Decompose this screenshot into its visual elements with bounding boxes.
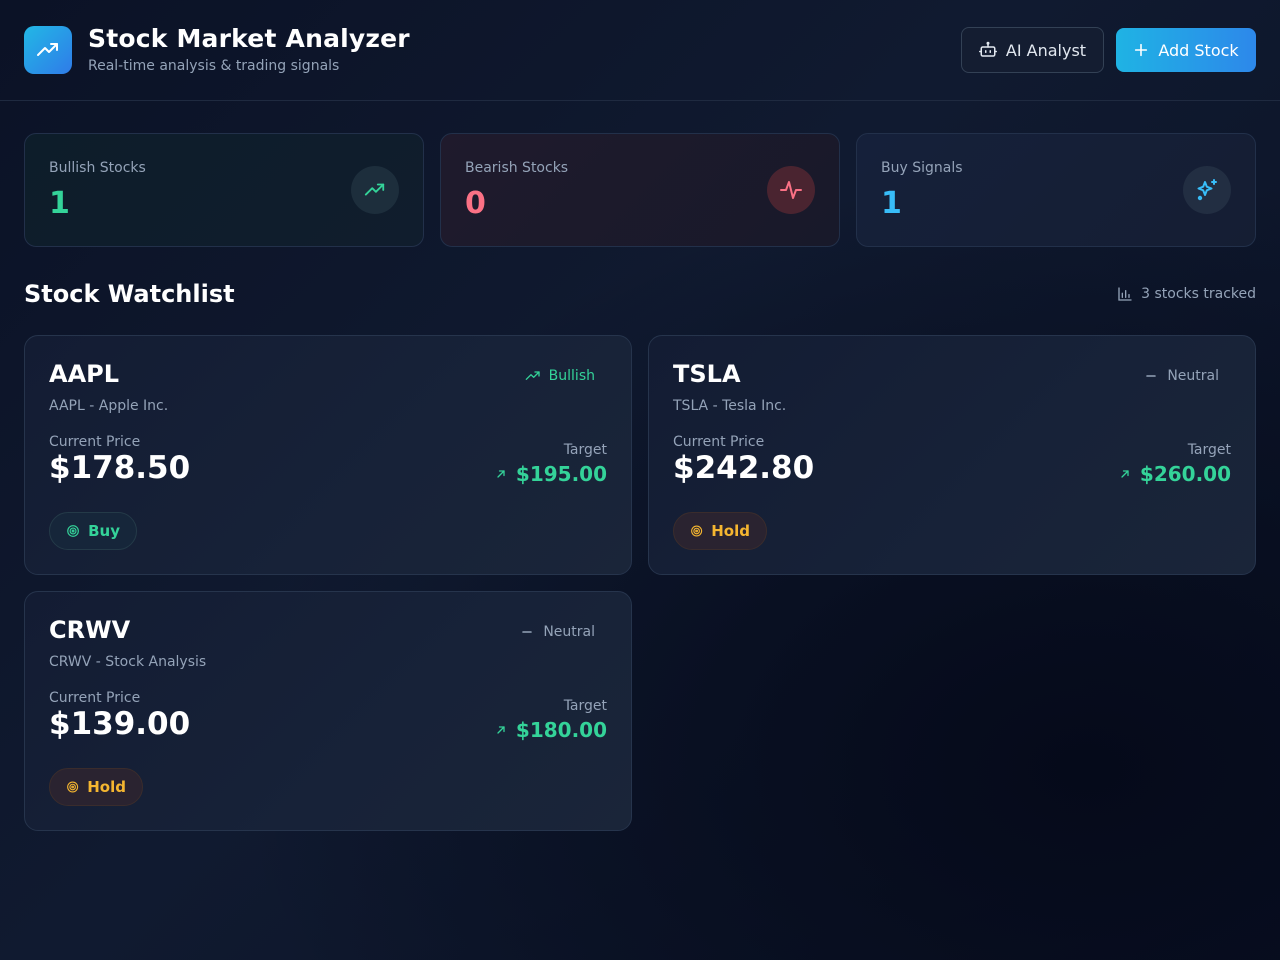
stocks-tracked-count: 3 stocks tracked [1117, 286, 1256, 302]
stat-label: Buy Signals [881, 160, 963, 176]
sentiment-label: Neutral [543, 624, 595, 640]
target-label: Target [563, 442, 607, 458]
signal-label: Buy [88, 522, 120, 540]
target-icon [67, 525, 79, 537]
bar-chart-icon [1118, 287, 1132, 301]
target-icon [67, 781, 79, 793]
sentiment-badge: Bullish [525, 368, 595, 384]
trending-up-icon [525, 371, 540, 380]
signal-badge-hold: Hold [49, 768, 143, 806]
stat-icon-circle [1183, 166, 1231, 214]
ai-analyst-label: AI Analyst [1005, 40, 1087, 60]
stock-ticker: CRWV [49, 616, 131, 644]
current-price: $242.80 [673, 450, 815, 486]
sentiment-label: Neutral [1167, 368, 1219, 384]
arrow-up-right-icon [497, 726, 505, 734]
target-price: $195.00 [495, 462, 607, 486]
plus-icon [1135, 43, 1148, 57]
app-title: Stock Market Analyzer [88, 24, 410, 53]
stock-card-crwv[interactable]: CRWV CRWV - Stock Analysis Neutral Curre… [24, 591, 632, 831]
arrow-up-right-icon [497, 470, 505, 478]
stat-card-buy-signals: Buy Signals 1 [856, 133, 1256, 247]
signal-label: Hold [711, 522, 750, 540]
arrow-up-right-icon [1121, 470, 1129, 478]
target-price: $180.00 [495, 718, 607, 742]
stock-card-tsla[interactable]: TSLA TSLA - Tesla Inc. Neutral Current P… [648, 335, 1256, 575]
current-price-label: Current Price [49, 434, 141, 450]
trending-up-icon [37, 43, 58, 56]
add-stock-label: Add Stock [1158, 40, 1239, 60]
stat-icon-circle [351, 166, 399, 214]
activity-icon [780, 181, 802, 199]
target-label: Target [1187, 442, 1231, 458]
sentiment-label: Bullish [548, 368, 595, 384]
app-logo [24, 26, 72, 74]
signal-label: Hold [87, 778, 126, 796]
target-icon [691, 525, 703, 537]
stat-value: 1 [49, 186, 70, 221]
stock-company: TSLA - Tesla Inc. [673, 398, 787, 414]
signal-badge-buy: Buy [49, 512, 137, 550]
sparkles-icon [1197, 179, 1217, 201]
watchlist-title: Stock Watchlist [24, 280, 235, 308]
stock-ticker: TSLA [673, 360, 741, 388]
current-price-label: Current Price [49, 690, 141, 706]
stat-card-bearish: Bearish Stocks 0 [440, 133, 840, 247]
trending-up-icon [364, 183, 385, 196]
tracked-label: 3 stocks tracked [1141, 286, 1256, 302]
stat-card-bullish: Bullish Stocks 1 [24, 133, 424, 247]
target-label: Target [563, 698, 607, 714]
stock-ticker: AAPL [49, 360, 120, 388]
stat-label: Bullish Stocks [49, 160, 146, 176]
app-subtitle: Real-time analysis & trading signals [88, 58, 340, 74]
target-value: $195.00 [515, 462, 607, 486]
sentiment-badge: Neutral [519, 624, 595, 640]
stock-card-aapl[interactable]: AAPL AAPL - Apple Inc. Bullish Current P… [24, 335, 632, 575]
stat-value: 1 [881, 186, 902, 221]
stat-label: Bearish Stocks [465, 160, 569, 176]
target-value: $260.00 [1139, 462, 1231, 486]
minus-icon [522, 631, 533, 633]
app-header: Stock Market Analyzer Real-time analysis… [0, 0, 1280, 101]
stock-company: CRWV - Stock Analysis [49, 654, 207, 670]
signal-badge-hold: Hold [673, 512, 767, 550]
robot-icon [978, 41, 997, 57]
current-price: $178.50 [49, 450, 191, 486]
ai-analyst-button[interactable]: AI Analyst [961, 27, 1104, 73]
current-price: $139.00 [49, 706, 191, 742]
minus-icon [1146, 375, 1157, 377]
add-stock-button[interactable]: Add Stock [1116, 28, 1256, 72]
current-price-label: Current Price [673, 434, 765, 450]
stock-company: AAPL - Apple Inc. [49, 398, 169, 414]
target-price: $260.00 [1119, 462, 1231, 486]
sentiment-badge: Neutral [1143, 368, 1219, 384]
stat-icon-circle [767, 166, 815, 214]
stat-value: 0 [465, 186, 486, 221]
target-value: $180.00 [515, 718, 607, 742]
